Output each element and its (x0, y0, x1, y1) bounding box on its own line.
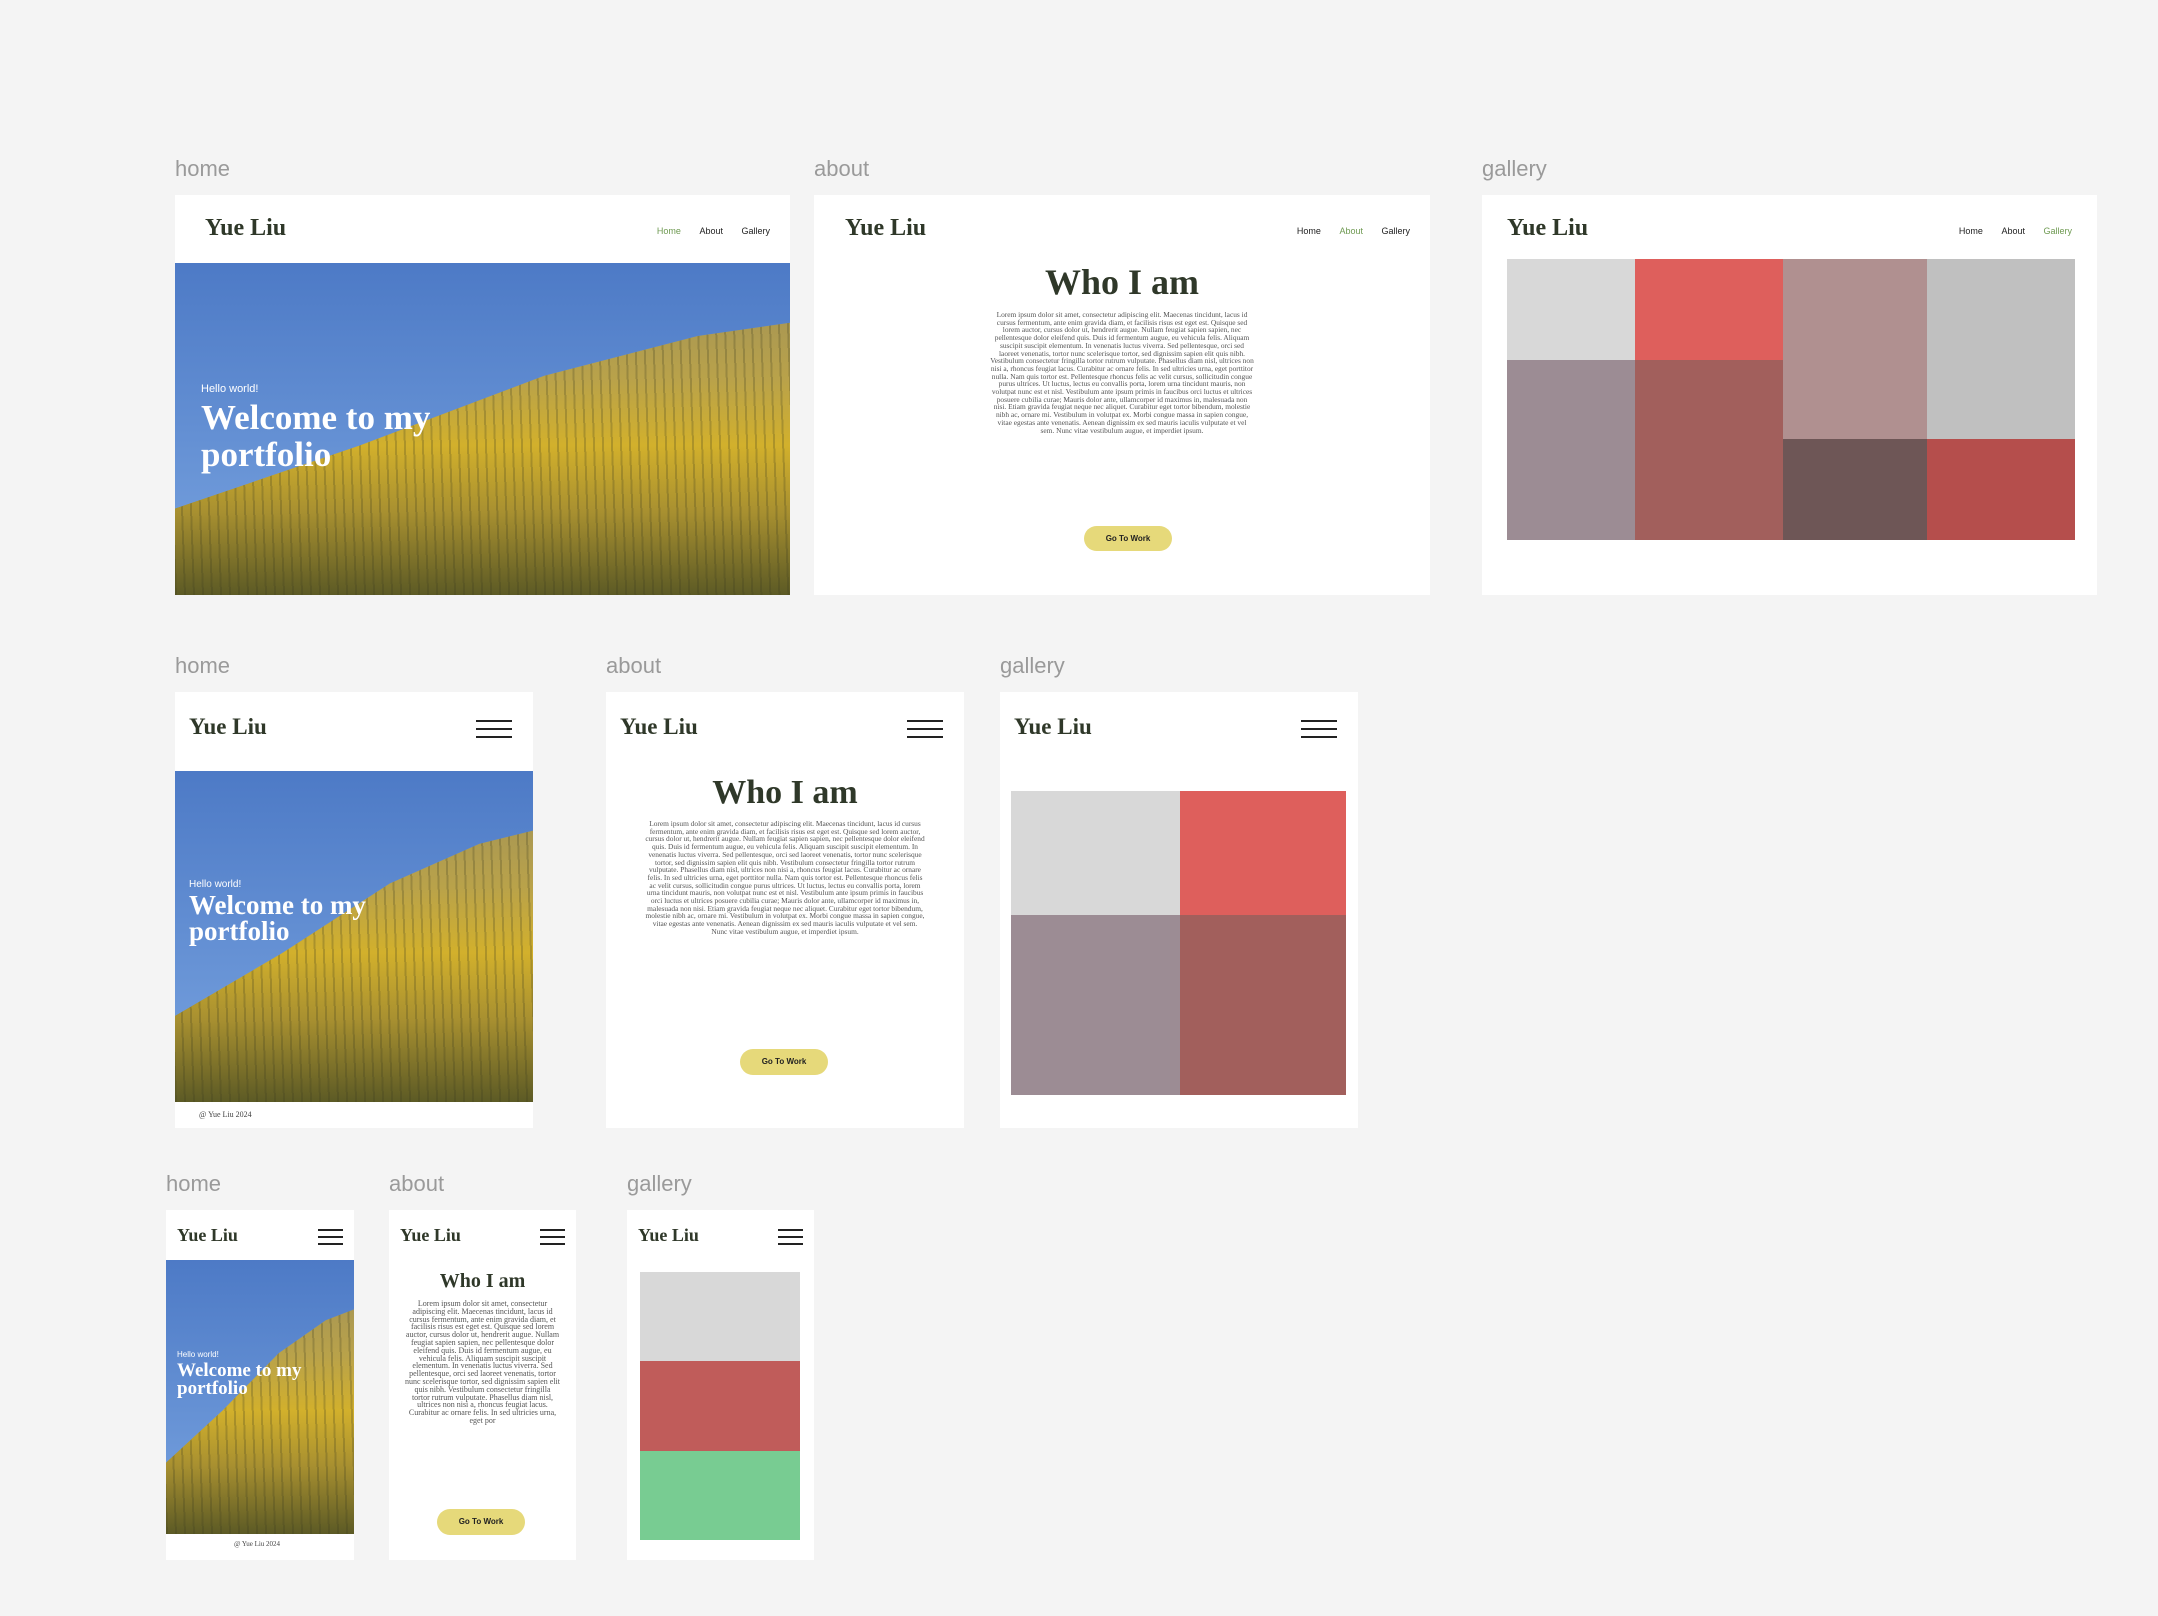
nav-gallery[interactable]: Gallery (2043, 226, 2072, 236)
gallery-tile[interactable] (1927, 259, 2075, 439)
go-to-work-button[interactable]: Go To Work (1084, 526, 1172, 551)
home-tablet-frame: Yue Liu Hello world! Welcome to my portf… (175, 692, 533, 1128)
gallery-mobile-frame: Yue Liu (627, 1210, 814, 1560)
frame-label-home-mobile: home (166, 1171, 222, 1196)
hero-subtitle: Hello world! (201, 383, 259, 395)
about-body: Lorem ipsum dolor sit amet, consectetur … (645, 820, 925, 936)
site-logo[interactable]: Yue Liu (1507, 215, 1588, 242)
hamburger-menu-icon[interactable] (540, 1229, 565, 1245)
gallery-tile[interactable] (640, 1272, 800, 1361)
about-title: Who I am (1044, 262, 1200, 302)
nav-gallery[interactable]: Gallery (1381, 226, 1410, 236)
nav-about[interactable]: About (1339, 226, 1363, 236)
site-nav: Home About Gallery (641, 226, 770, 236)
site-logo[interactable]: Yue Liu (845, 215, 926, 242)
hero-title: Welcome to my portfolio (177, 1360, 302, 1400)
gallery-tile[interactable] (1180, 915, 1346, 1095)
hero-image: Hello world! Welcome to my portfolio (166, 1260, 354, 1534)
frame-label-about-tablet: about (606, 653, 662, 678)
about-body: Lorem ipsum dolor sit amet, consectetur … (405, 1300, 560, 1425)
gallery-tile[interactable] (1180, 791, 1346, 915)
about-desktop-frame: Yue Liu Home About Gallery Who I am Lore… (814, 195, 1430, 595)
site-logo[interactable]: Yue Liu (1014, 714, 1092, 740)
gallery-desktop-frame: Yue Liu Home About Gallery (1482, 195, 2097, 595)
gallery-tablet-frame: Yue Liu (1000, 692, 1358, 1128)
hamburger-menu-icon[interactable] (476, 720, 512, 738)
hero-subtitle: Hello world! (177, 1350, 219, 1359)
gallery-tile[interactable] (1927, 439, 2075, 540)
frame-label-gallery-mobile: gallery (627, 1171, 692, 1196)
hero-image: Hello world! Welcome to my portfolio (175, 263, 790, 595)
gallery-tile[interactable] (1011, 791, 1180, 915)
gallery-tile[interactable] (1783, 439, 1927, 540)
site-logo[interactable]: Yue Liu (620, 714, 698, 740)
go-to-work-button[interactable]: Go To Work (437, 1509, 525, 1535)
gallery-tile[interactable] (1635, 259, 1783, 360)
gallery-tile[interactable] (1507, 360, 1635, 540)
nav-about[interactable]: About (699, 226, 723, 236)
about-tablet-frame: Yue Liu Who I am Lorem ipsum dolor sit a… (606, 692, 964, 1128)
about-title: Who I am (439, 1270, 526, 1292)
gallery-tile[interactable] (1635, 360, 1783, 540)
gallery-tile[interactable] (1011, 915, 1180, 1095)
footer-copyright: @ Yue Liu 2024 (199, 1110, 252, 1119)
nav-gallery[interactable]: Gallery (741, 226, 770, 236)
gallery-tile[interactable] (1783, 259, 1927, 439)
nav-about[interactable]: About (2001, 226, 2025, 236)
frame-label-gallery-desktop: gallery (1482, 156, 1547, 181)
gallery-tile[interactable] (640, 1451, 800, 1540)
home-desktop-frame: Yue Liu Home About Gallery Hello world! … (175, 195, 790, 595)
hero-title: Welcome to my portfolio (201, 398, 431, 474)
home-mobile-frame: Yue Liu Hello world! Welcome to my portf… (166, 1210, 354, 1560)
about-body: Lorem ipsum dolor sit amet, consectetur … (990, 311, 1254, 435)
site-logo[interactable]: Yue Liu (205, 215, 286, 242)
site-logo[interactable]: Yue Liu (638, 1225, 699, 1246)
frame-label-about-mobile: about (389, 1171, 445, 1196)
site-nav: Home About Gallery (1281, 226, 1410, 236)
site-nav: Home About Gallery (1943, 226, 2072, 236)
hero-title: Welcome to my portfolio (189, 890, 366, 946)
hamburger-menu-icon[interactable] (907, 720, 943, 738)
frame-label-about-desktop: about (814, 156, 870, 181)
site-logo[interactable]: Yue Liu (400, 1225, 461, 1246)
hero-subtitle: Hello world! (189, 879, 242, 890)
gallery-tile[interactable] (1507, 259, 1635, 360)
about-mobile-frame: Yue Liu Who I am Lorem ipsum dolor sit a… (389, 1210, 576, 1560)
gallery-tile[interactable] (640, 1361, 800, 1451)
nav-home[interactable]: Home (1959, 226, 1983, 236)
hamburger-menu-icon[interactable] (778, 1229, 803, 1245)
nav-home[interactable]: Home (657, 226, 681, 236)
site-logo[interactable]: Yue Liu (177, 1225, 238, 1246)
frame-label-gallery-tablet: gallery (1000, 653, 1065, 678)
hero-image: Hello world! Welcome to my portfolio (175, 771, 533, 1102)
about-title: Who I am (712, 774, 858, 811)
site-logo[interactable]: Yue Liu (189, 714, 267, 740)
nav-home[interactable]: Home (1297, 226, 1321, 236)
hamburger-menu-icon[interactable] (318, 1229, 343, 1245)
hamburger-menu-icon[interactable] (1301, 720, 1337, 738)
go-to-work-button[interactable]: Go To Work (740, 1049, 828, 1075)
frame-label-home-desktop: home (175, 156, 231, 181)
footer-copyright: @ Yue Liu 2024 (234, 1540, 281, 1548)
frame-label-home-tablet: home (175, 653, 231, 678)
